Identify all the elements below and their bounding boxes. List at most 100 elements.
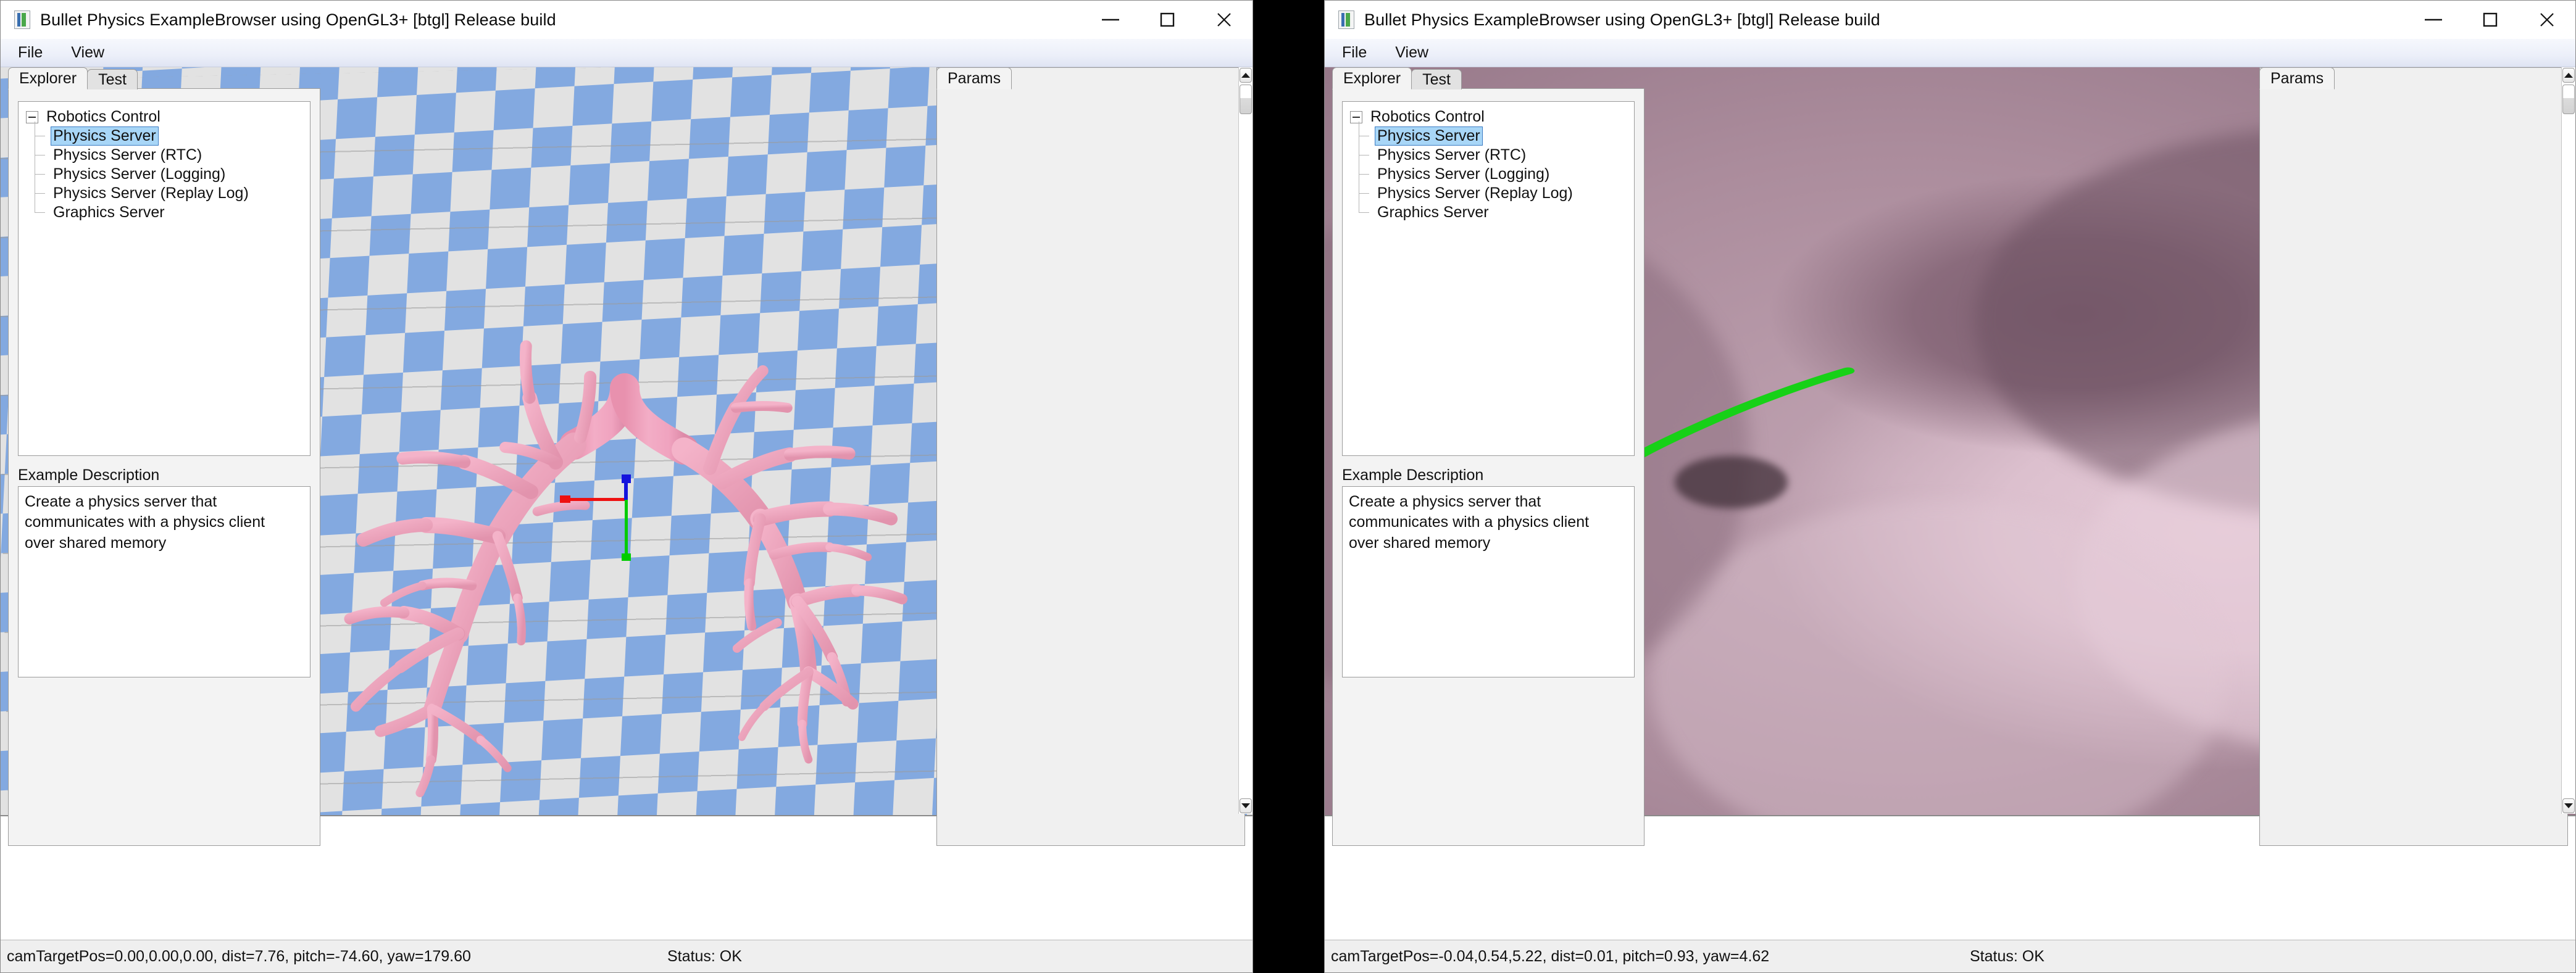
screen: Bullet Physics ExampleBrowser using Open… <box>0 0 2576 973</box>
description-line: Create a physics server that <box>1349 493 1541 510</box>
scroll-down-button[interactable] <box>1240 798 1252 813</box>
chevron-down-icon <box>2564 803 2573 808</box>
dock-tabs-left: Explorer Test <box>8 67 320 89</box>
params-panel-left <box>936 67 1245 846</box>
tree-root-label: Robotics Control <box>1370 108 1485 125</box>
tree-branch-line <box>1359 122 1375 146</box>
scroll-up-button[interactable] <box>1240 68 1252 83</box>
status-bar-left: camTargetPos=0.00,0.00,0.00, dist=7.76, … <box>1 940 1253 972</box>
description-label: Example Description <box>1342 466 1484 484</box>
axis-y-line <box>625 500 628 558</box>
scroll-down-button[interactable] <box>2562 798 2575 813</box>
description-line: Create a physics server that <box>25 493 217 510</box>
axis-gizmo <box>544 457 667 599</box>
minimize-icon[interactable] <box>1082 1 1139 39</box>
tree-item-label: Physics Server <box>1375 126 1483 146</box>
tree-branch-line <box>35 165 51 203</box>
title-bar-left: Bullet Physics ExampleBrowser using Open… <box>1 1 1253 39</box>
explorer-panel-left: Robotics Control Physics Server Physics … <box>8 88 320 846</box>
chevron-up-icon <box>1241 73 1250 78</box>
axis-x-line <box>561 498 627 501</box>
tab-explorer[interactable]: Explorer <box>8 67 88 89</box>
tree-item-label: Physics Server (Logging) <box>53 165 226 183</box>
camera-status-text: camTargetPos=0.00,0.00,0.00, dist=7.76, … <box>7 947 471 965</box>
example-tree[interactable]: Robotics Control Physics Server Physics … <box>1342 101 1635 456</box>
status-badge: Status: OK <box>1970 947 2045 965</box>
tree-item-physics-server[interactable]: Physics Server <box>1350 122 1634 146</box>
maximize-icon[interactable] <box>2462 1 2519 39</box>
tree-item-graphics-server[interactable]: Graphics Server <box>26 184 310 222</box>
window-gap <box>1253 0 1324 973</box>
example-tree[interactable]: Robotics Control Physics Server Physics … <box>18 101 311 456</box>
minimize-icon[interactable] <box>2405 1 2462 39</box>
tree-item-label: Physics Server (Replay Log) <box>53 184 249 202</box>
window-title: Bullet Physics ExampleBrowser using Open… <box>1364 10 1880 29</box>
maximize-icon[interactable] <box>1139 1 1196 39</box>
tree-branch-line <box>1359 126 1375 165</box>
tree-item-physics-server-rtc[interactable]: Physics Server (RTC) <box>26 126 310 165</box>
description-line: over shared memory <box>1349 534 1491 552</box>
params-tabs-left: Params <box>936 67 1245 89</box>
menu-item-view[interactable]: View <box>1391 43 1432 63</box>
tree-branch-line <box>1359 146 1375 184</box>
tab-explorer[interactable]: Explorer <box>1332 67 1412 89</box>
tree-item-label: Physics Server <box>51 126 159 146</box>
menu-bar-left: File View <box>1 39 1253 67</box>
tree-item-physics-server-rtc[interactable]: Physics Server (RTC) <box>1350 126 1634 165</box>
scrollbar-thumb[interactable] <box>1240 85 1252 114</box>
status-badge: Status: OK <box>667 947 742 965</box>
tab-params[interactable]: Params <box>936 67 1012 89</box>
collapse-toggle-icon[interactable] <box>26 110 38 123</box>
tab-test[interactable]: Test <box>87 69 138 89</box>
tree-branch-line <box>35 146 51 184</box>
tree-item-label: Physics Server (Logging) <box>1377 165 1550 183</box>
description-box: Create a physics server that communicate… <box>1342 486 1635 677</box>
description-box: Create a physics server that communicate… <box>18 486 311 677</box>
tree-branch-line <box>1359 184 1375 222</box>
status-bar-right: camTargetPos=-0.04,0.54,5.22, dist=0.01,… <box>1325 940 2575 972</box>
params-tabs-right: Params <box>2259 67 2568 89</box>
tree-item-physics-server-replay-log[interactable]: Physics Server (Replay Log) <box>1350 165 1634 203</box>
tree-item-label: Physics Server (RTC) <box>1377 146 1527 164</box>
tree-branch-line <box>1359 165 1375 203</box>
tree-item-physics-server[interactable]: Physics Server <box>26 122 310 146</box>
params-panel-right <box>2259 67 2568 846</box>
window-right: Bullet Physics ExampleBrowser using Open… <box>1324 0 2576 973</box>
tree-item-physics-server-logging[interactable]: Physics Server (Logging) <box>1350 146 1634 184</box>
axis-x-cap <box>560 495 570 503</box>
tree-root-robotics-control[interactable]: Robotics Control <box>26 107 310 126</box>
tab-test[interactable]: Test <box>1411 69 1462 89</box>
tree-item-physics-server-logging[interactable]: Physics Server (Logging) <box>26 146 310 184</box>
description-line: communicates with a physics client <box>25 513 265 531</box>
app-icon <box>1338 10 1354 29</box>
window-controls-left <box>1082 1 1253 39</box>
viewport-scrollbar-right[interactable] <box>2561 67 2575 814</box>
app-icon <box>14 10 30 29</box>
axis-z-cap <box>622 474 631 483</box>
camera-status-text: camTargetPos=-0.04,0.54,5.22, dist=0.01,… <box>1331 947 1770 965</box>
window-title: Bullet Physics ExampleBrowser using Open… <box>40 10 556 29</box>
tree-branch-line <box>35 126 51 165</box>
collapse-toggle-icon[interactable] <box>1350 110 1362 123</box>
description-line: communicates with a physics client <box>1349 513 1590 531</box>
close-icon[interactable] <box>1196 1 1253 39</box>
tree-item-graphics-server[interactable]: Graphics Server <box>1350 184 1634 222</box>
description-line: over shared memory <box>25 534 167 552</box>
chevron-up-icon <box>2564 73 2573 78</box>
tab-params[interactable]: Params <box>2259 67 2335 89</box>
tree-item-label: Graphics Server <box>1377 204 1489 221</box>
tree-root-robotics-control[interactable]: Robotics Control <box>1350 107 1634 126</box>
description-label: Example Description <box>18 466 160 484</box>
menu-bar-right: File View <box>1325 39 2575 67</box>
menu-item-file[interactable]: File <box>14 43 46 63</box>
dock-tabs-right: Explorer Test <box>1332 67 1644 89</box>
scroll-up-button[interactable] <box>2562 68 2575 83</box>
viewport-scrollbar-left[interactable] <box>1238 67 1253 814</box>
menu-item-file[interactable]: File <box>1338 43 1370 63</box>
tree-item-label: Graphics Server <box>53 204 165 221</box>
scrollbar-thumb[interactable] <box>2562 85 2575 114</box>
tree-branch-line <box>35 184 51 222</box>
tree-item-physics-server-replay-log[interactable]: Physics Server (Replay Log) <box>26 165 310 203</box>
close-icon[interactable] <box>2519 1 2575 39</box>
menu-item-view[interactable]: View <box>67 43 108 63</box>
